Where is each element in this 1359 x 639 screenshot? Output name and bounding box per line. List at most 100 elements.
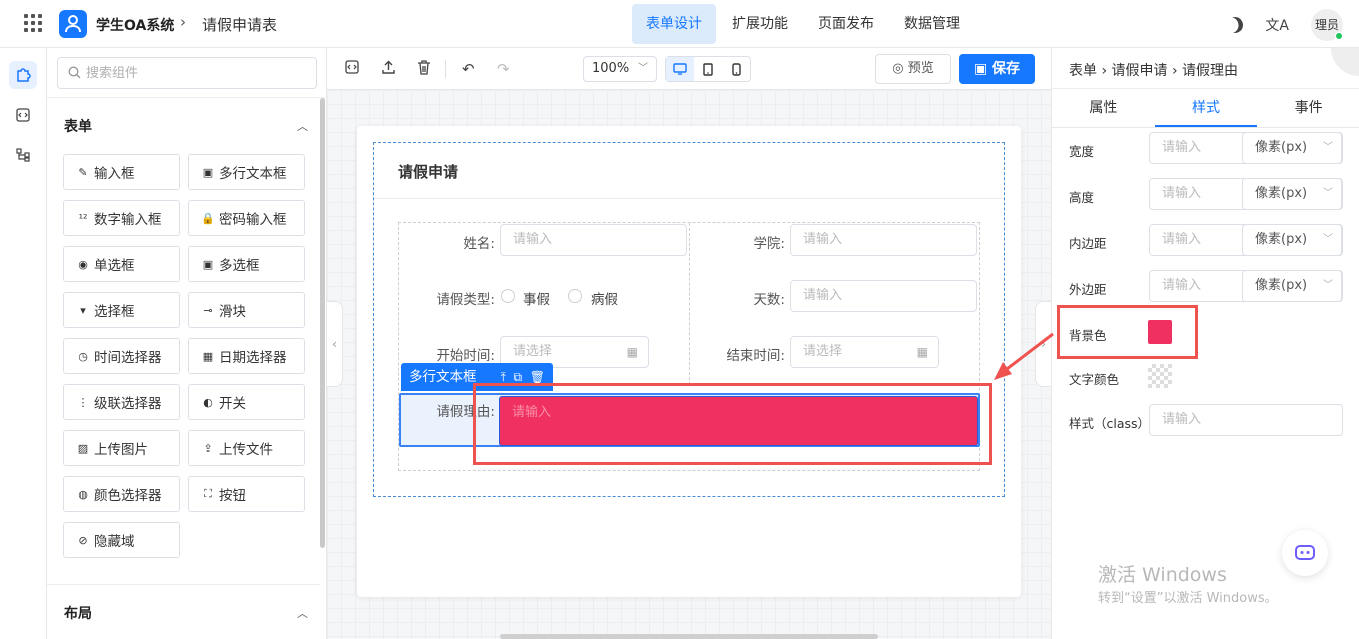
tab-style[interactable]: 样式 [1154, 89, 1258, 127]
component-button[interactable]: ▾ 选择框 [63, 292, 180, 328]
component-button[interactable]: ▨ 上传图片 [63, 430, 180, 466]
chat-assistant-button[interactable] [1282, 530, 1328, 576]
chevron-right-icon: › [1041, 337, 1046, 351]
component-button[interactable]: ▦ 日期选择器 [188, 338, 305, 374]
chevron-up-icon[interactable]: ︿ [297, 118, 308, 134]
height-unit-select[interactable]: 像素(px) ﹀ [1242, 178, 1342, 210]
width-placeholder: 请输入 [1162, 140, 1202, 155]
margin-input[interactable]: 请输入 像素(px) ﹀ [1149, 270, 1343, 302]
component-button-label: 输入框 [94, 166, 135, 182]
copy-icon[interactable]: ⧉ [514, 370, 523, 384]
chevron-up-icon[interactable]: ︿ [297, 605, 308, 621]
component-button[interactable]: ▣ 多选框 [188, 246, 305, 282]
rail-components-button[interactable] [9, 61, 37, 89]
avatar[interactable]: 理员 [1311, 9, 1343, 41]
select-icon: ▾ [80, 303, 86, 317]
component-button[interactable]: ⊘ 隐藏域 [63, 522, 180, 558]
tab-page-publish[interactable]: 页面发布 [804, 4, 888, 44]
search-input[interactable] [86, 63, 306, 83]
component-button[interactable]: ¹² 数字输入框 [63, 200, 180, 236]
radio-sick-leave[interactable] [568, 289, 582, 303]
component-button[interactable]: ▣ 多行文本框 [188, 154, 305, 190]
component-button[interactable]: ⛶ 按钮 [188, 476, 305, 512]
class-label: 样式（class） [1069, 416, 1151, 431]
radio-label-personal-leave: 事假 [523, 292, 550, 308]
code-view-icon[interactable] [345, 60, 359, 78]
mobile-view-button[interactable] [722, 57, 750, 81]
collapse-right-panel-button[interactable]: › [1035, 301, 1051, 387]
tab-form-design[interactable]: 表单设计 [632, 4, 716, 44]
breadcrumb-separator: › [180, 13, 186, 31]
end-time-placeholder: 请选择 [803, 344, 843, 359]
name-input[interactable]: 请输入 [500, 224, 687, 256]
panel-scrollbar[interactable] [320, 98, 325, 548]
height-input[interactable]: 请输入 像素(px) ﹀ [1149, 178, 1343, 210]
class-input[interactable]: 请输入 [1149, 404, 1343, 436]
button-icon: ⛶ [204, 487, 212, 500]
switch-icon: ◐ [203, 395, 213, 409]
component-button[interactable]: ◉ 单选框 [63, 246, 180, 282]
tab-extensions[interactable]: 扩展功能 [718, 4, 802, 44]
preview-button[interactable]: ◎ 预览 [875, 54, 951, 84]
zoom-select[interactable]: 100% ﹀ [583, 56, 657, 82]
radio-personal-leave[interactable] [501, 289, 515, 303]
padding-unit-select[interactable]: 像素(px) ﹀ [1242, 224, 1342, 256]
width-unit-select[interactable]: 像素(px) ﹀ [1242, 132, 1342, 164]
chevron-down-icon: ﹀ [1323, 234, 1333, 245]
component-button-label: 滑块 [219, 304, 246, 320]
tab-data-management[interactable]: 数据管理 [890, 4, 974, 44]
redo-icon[interactable]: ↷ [497, 60, 510, 78]
days-input[interactable]: 请输入 [790, 280, 977, 312]
left-rail [0, 48, 47, 639]
height-unit-value: 像素(px) [1255, 186, 1308, 201]
chevron-down-icon: ﹀ [1323, 280, 1333, 291]
component-button[interactable]: ◷ 时间选择器 [63, 338, 180, 374]
component-button[interactable]: ⋮ 级联选择器 [63, 384, 180, 420]
dark-mode-icon[interactable] [1224, 14, 1246, 36]
move-up-icon[interactable]: ⤒ [501, 370, 506, 384]
tab-attributes[interactable]: 属性 [1052, 89, 1155, 127]
padding-input[interactable]: 请输入 像素(px) ﹀ [1149, 224, 1343, 256]
component-button[interactable]: ⊸ 滑块 [188, 292, 305, 328]
property-breadcrumb: 表单 › 请假申请 › 请假理由 [1069, 63, 1238, 79]
image-icon: ▨ [77, 441, 89, 455]
delete-icon[interactable] [417, 60, 431, 79]
tab-events[interactable]: 事件 [1257, 89, 1359, 127]
section-form-header[interactable]: 表单 [64, 116, 92, 136]
pencil-icon: ✎ [78, 165, 88, 179]
collapse-left-panel-button[interactable]: ‹ [327, 301, 343, 387]
rail-structure-button[interactable] [9, 141, 37, 169]
component-button[interactable]: ◍ 颜色选择器 [63, 476, 180, 512]
app-grid-icon[interactable] [24, 14, 42, 32]
component-button[interactable]: ◐ 开关 [188, 384, 305, 420]
padding-placeholder: 请输入 [1162, 232, 1202, 247]
panel-divider [47, 97, 327, 98]
app-logo [59, 10, 87, 38]
component-button[interactable]: 🔒 密码输入框 [188, 200, 305, 236]
desktop-view-button[interactable] [666, 57, 694, 81]
width-input[interactable]: 请输入 像素(px) ﹀ [1149, 132, 1343, 164]
component-button[interactable]: ⇪ 上传文件 [188, 430, 305, 466]
tablet-view-button[interactable] [694, 57, 722, 81]
save-button[interactable]: ▣ 保存 [959, 54, 1035, 84]
rail-code-button[interactable] [9, 101, 37, 129]
translate-icon[interactable]: 文A [1265, 15, 1289, 35]
canvas-horizontal-scrollbar[interactable] [500, 634, 878, 639]
trash-icon[interactable]: 🗑 [530, 370, 545, 384]
end-time-picker[interactable]: 请选择 ▦ [790, 336, 939, 368]
undo-icon[interactable]: ↶ [462, 60, 475, 78]
chevron-left-icon: ‹ [332, 337, 337, 351]
section-layout-header[interactable]: 布局 [64, 603, 92, 623]
windows-activation-title: 激活 Windows [1098, 564, 1227, 586]
college-input[interactable]: 请输入 [790, 224, 977, 256]
text-color-swatch[interactable] [1148, 364, 1172, 388]
page-title: 请假申请表 [202, 16, 278, 34]
search-icon [68, 66, 81, 79]
margin-unit-select[interactable]: 像素(px) ﹀ [1242, 270, 1342, 302]
component-button-label: 多行文本框 [219, 166, 287, 182]
corner-handle[interactable] [1331, 48, 1359, 76]
import-icon[interactable] [381, 60, 396, 79]
grid-column-divider [689, 223, 690, 385]
component-button[interactable]: ✎ 输入框 [63, 154, 180, 190]
field-label-college: 学院: [753, 236, 785, 252]
